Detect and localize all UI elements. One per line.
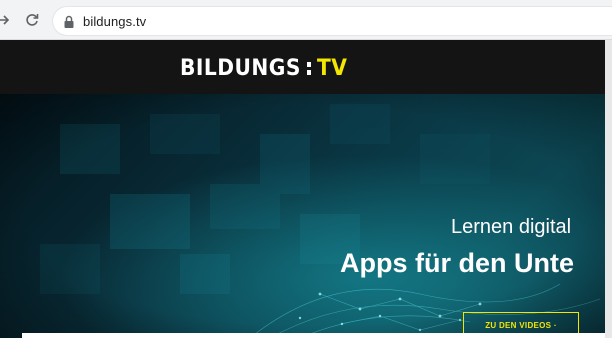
url-text: bildungs.tv: [83, 14, 147, 29]
hero-title: Apps für den Unte: [340, 248, 574, 278]
logo-separator-icon: [307, 61, 312, 75]
hero-banner: Lernen digital Apps für den Unte ZU DEN …: [0, 94, 612, 338]
reload-icon[interactable]: [22, 10, 42, 30]
logo-secondary-text: TV: [317, 55, 348, 81]
browser-toolbar: bildungs.tv: [0, 0, 612, 40]
logo-primary-text: BILDUNGS: [180, 55, 301, 81]
site-logo[interactable]: BILDUNGS TV: [180, 54, 350, 82]
window-bottom-edge: [22, 333, 605, 338]
address-bar[interactable]: bildungs.tv: [52, 6, 612, 36]
forward-arrow-icon[interactable]: [0, 10, 14, 30]
lock-icon: [63, 15, 75, 29]
cta-label: ZU DEN VIDEOS ·: [485, 321, 557, 330]
hero-subtitle: Lernen digital: [451, 216, 572, 238]
window-edge: [605, 40, 612, 338]
site-header: BILDUNGS TV: [0, 40, 612, 94]
